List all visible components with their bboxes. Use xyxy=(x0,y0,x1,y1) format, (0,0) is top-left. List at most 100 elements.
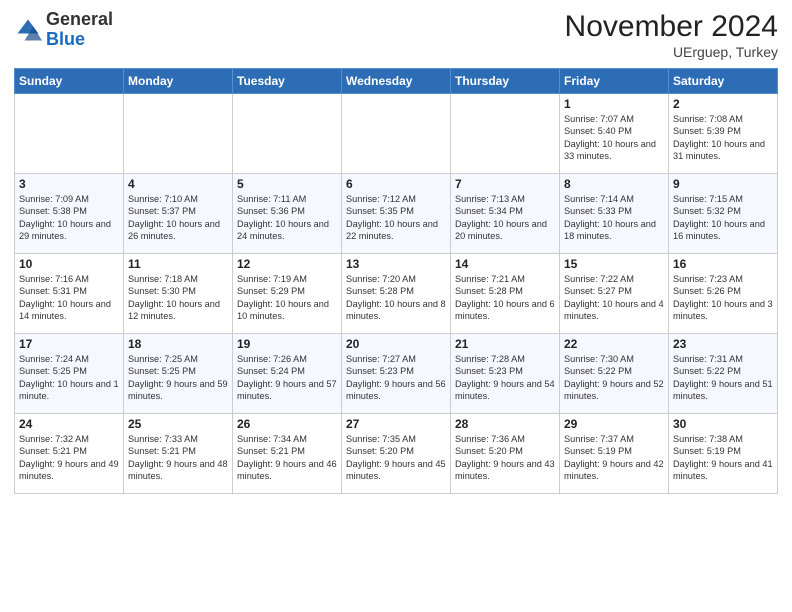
day-cell: 15 Sunrise: 7:22 AM Sunset: 5:27 PM Dayli… xyxy=(560,254,669,334)
day-number: 14 xyxy=(455,257,555,271)
day-info: Sunrise: 7:18 AM Sunset: 5:30 PM Dayligh… xyxy=(128,273,228,323)
day-number: 9 xyxy=(673,177,773,191)
day-cell: 30 Sunrise: 7:38 AM Sunset: 5:19 PM Dayli… xyxy=(669,414,778,494)
day-info: Sunrise: 7:20 AM Sunset: 5:28 PM Dayligh… xyxy=(346,273,446,323)
logo-blue: Blue xyxy=(46,29,85,49)
day-info: Sunrise: 7:38 AM Sunset: 5:19 PM Dayligh… xyxy=(673,433,773,483)
day-cell xyxy=(15,94,124,174)
day-cell: 10 Sunrise: 7:16 AM Sunset: 5:31 PM Dayli… xyxy=(15,254,124,334)
day-cell: 13Sunrise: 7:20 AM Sunset: 5:28 PM Dayli… xyxy=(342,254,451,334)
day-info: Sunrise: 7:30 AM Sunset: 5:22 PM Dayligh… xyxy=(564,353,664,403)
day-cell: 5Sunrise: 7:11 AM Sunset: 5:36 PM Daylig… xyxy=(233,174,342,254)
calendar-table: SundayMondayTuesdayWednesdayThursdayFrid… xyxy=(14,68,778,494)
day-number: 18 xyxy=(128,337,228,351)
day-info: Sunrise: 7:34 AM Sunset: 5:21 PM Dayligh… xyxy=(237,433,337,483)
month-title: November 2024 xyxy=(565,10,778,44)
header: General Blue November 2024 UErguep, Turk… xyxy=(14,10,778,60)
day-number: 21 xyxy=(455,337,555,351)
day-info: Sunrise: 7:16 AM Sunset: 5:31 PM Dayligh… xyxy=(19,273,119,323)
day-info: Sunrise: 7:10 AM Sunset: 5:37 PM Dayligh… xyxy=(128,193,228,243)
day-number: 25 xyxy=(128,417,228,431)
day-cell: 8 Sunrise: 7:14 AM Sunset: 5:33 PM Daylig… xyxy=(560,174,669,254)
day-number: 7 xyxy=(455,177,555,191)
day-cell: 23 Sunrise: 7:31 AM Sunset: 5:22 PM Dayli… xyxy=(669,334,778,414)
day-cell: 12 Sunrise: 7:19 AM Sunset: 5:29 PM Dayli… xyxy=(233,254,342,334)
day-cell xyxy=(124,94,233,174)
day-number: 15 xyxy=(564,257,664,271)
day-cell: 21 Sunrise: 7:28 AM Sunset: 5:23 PM Dayli… xyxy=(451,334,560,414)
day-number: 19 xyxy=(237,337,337,351)
weekday-header-wednesday: Wednesday xyxy=(342,69,451,94)
day-number: 23 xyxy=(673,337,773,351)
weekday-header-thursday: Thursday xyxy=(451,69,560,94)
day-number: 24 xyxy=(19,417,119,431)
day-info: Sunrise: 7:32 AM Sunset: 5:21 PM Dayligh… xyxy=(19,433,119,483)
day-info: Sunrise: 7:15 AM Sunset: 5:32 PM Dayligh… xyxy=(673,193,773,243)
day-cell: 7Sunrise: 7:13 AM Sunset: 5:34 PM Daylig… xyxy=(451,174,560,254)
weekday-header-sunday: Sunday xyxy=(15,69,124,94)
week-row-4: 17 Sunrise: 7:24 AM Sunset: 5:25 PM Dayli… xyxy=(15,334,778,414)
day-info: Sunrise: 7:14 AM Sunset: 5:33 PM Dayligh… xyxy=(564,193,664,243)
logo-text: General Blue xyxy=(46,10,113,50)
weekday-header-row: SundayMondayTuesdayWednesdayThursdayFrid… xyxy=(15,69,778,94)
day-info: Sunrise: 7:36 AM Sunset: 5:20 PM Dayligh… xyxy=(455,433,555,483)
day-info: Sunrise: 7:24 AM Sunset: 5:25 PM Dayligh… xyxy=(19,353,119,403)
day-number: 20 xyxy=(346,337,446,351)
day-info: Sunrise: 7:23 AM Sunset: 5:26 PM Dayligh… xyxy=(673,273,773,323)
logo-general: General xyxy=(46,9,113,29)
day-number: 17 xyxy=(19,337,119,351)
day-info: Sunrise: 7:08 AM Sunset: 5:39 PM Dayligh… xyxy=(673,113,773,163)
day-cell: 25 Sunrise: 7:33 AM Sunset: 5:21 PM Dayli… xyxy=(124,414,233,494)
day-number: 3 xyxy=(19,177,119,191)
day-info: Sunrise: 7:11 AM Sunset: 5:36 PM Dayligh… xyxy=(237,193,337,243)
day-info: Sunrise: 7:25 AM Sunset: 5:25 PM Dayligh… xyxy=(128,353,228,403)
day-number: 11 xyxy=(128,257,228,271)
day-cell xyxy=(342,94,451,174)
week-row-1: 1 Sunrise: 7:07 AM Sunset: 5:40 PM Daylig… xyxy=(15,94,778,174)
day-info: Sunrise: 7:37 AM Sunset: 5:19 PM Dayligh… xyxy=(564,433,664,483)
day-info: Sunrise: 7:21 AM Sunset: 5:28 PM Dayligh… xyxy=(455,273,555,323)
day-number: 29 xyxy=(564,417,664,431)
day-cell: 6 Sunrise: 7:12 AM Sunset: 5:35 PM Daylig… xyxy=(342,174,451,254)
day-cell: 9 Sunrise: 7:15 AM Sunset: 5:32 PM Daylig… xyxy=(669,174,778,254)
day-number: 30 xyxy=(673,417,773,431)
day-cell: 19 Sunrise: 7:26 AM Sunset: 5:24 PM Dayli… xyxy=(233,334,342,414)
week-row-5: 24 Sunrise: 7:32 AM Sunset: 5:21 PM Dayli… xyxy=(15,414,778,494)
logo-icon xyxy=(14,16,42,44)
day-info: Sunrise: 7:33 AM Sunset: 5:21 PM Dayligh… xyxy=(128,433,228,483)
page-container: General Blue November 2024 UErguep, Turk… xyxy=(0,0,792,500)
day-number: 12 xyxy=(237,257,337,271)
day-number: 2 xyxy=(673,97,773,111)
day-cell: 26Sunrise: 7:34 AM Sunset: 5:21 PM Dayli… xyxy=(233,414,342,494)
day-cell: 29 Sunrise: 7:37 AM Sunset: 5:19 PM Dayli… xyxy=(560,414,669,494)
day-info: Sunrise: 7:28 AM Sunset: 5:23 PM Dayligh… xyxy=(455,353,555,403)
logo: General Blue xyxy=(14,10,113,50)
day-cell: 17 Sunrise: 7:24 AM Sunset: 5:25 PM Dayli… xyxy=(15,334,124,414)
location-subtitle: UErguep, Turkey xyxy=(565,44,778,60)
day-cell: 18 Sunrise: 7:25 AM Sunset: 5:25 PM Dayli… xyxy=(124,334,233,414)
day-number: 10 xyxy=(19,257,119,271)
day-number: 1 xyxy=(564,97,664,111)
weekday-header-tuesday: Tuesday xyxy=(233,69,342,94)
day-info: Sunrise: 7:31 AM Sunset: 5:22 PM Dayligh… xyxy=(673,353,773,403)
week-row-3: 10 Sunrise: 7:16 AM Sunset: 5:31 PM Dayli… xyxy=(15,254,778,334)
day-cell: 14 Sunrise: 7:21 AM Sunset: 5:28 PM Dayli… xyxy=(451,254,560,334)
day-cell: 27Sunrise: 7:35 AM Sunset: 5:20 PM Dayli… xyxy=(342,414,451,494)
day-number: 28 xyxy=(455,417,555,431)
weekday-header-saturday: Saturday xyxy=(669,69,778,94)
day-info: Sunrise: 7:22 AM Sunset: 5:27 PM Dayligh… xyxy=(564,273,664,323)
day-info: Sunrise: 7:07 AM Sunset: 5:40 PM Dayligh… xyxy=(564,113,664,163)
day-info: Sunrise: 7:19 AM Sunset: 5:29 PM Dayligh… xyxy=(237,273,337,323)
day-cell: 16Sunrise: 7:23 AM Sunset: 5:26 PM Dayli… xyxy=(669,254,778,334)
day-number: 22 xyxy=(564,337,664,351)
day-number: 6 xyxy=(346,177,446,191)
day-cell: 28 Sunrise: 7:36 AM Sunset: 5:20 PM Dayli… xyxy=(451,414,560,494)
day-cell: 2 Sunrise: 7:08 AM Sunset: 5:39 PM Daylig… xyxy=(669,94,778,174)
day-cell: 4Sunrise: 7:10 AM Sunset: 5:37 PM Daylig… xyxy=(124,174,233,254)
day-info: Sunrise: 7:12 AM Sunset: 5:35 PM Dayligh… xyxy=(346,193,446,243)
day-info: Sunrise: 7:26 AM Sunset: 5:24 PM Dayligh… xyxy=(237,353,337,403)
day-info: Sunrise: 7:09 AM Sunset: 5:38 PM Dayligh… xyxy=(19,193,119,243)
day-number: 8 xyxy=(564,177,664,191)
day-cell xyxy=(451,94,560,174)
day-number: 27 xyxy=(346,417,446,431)
